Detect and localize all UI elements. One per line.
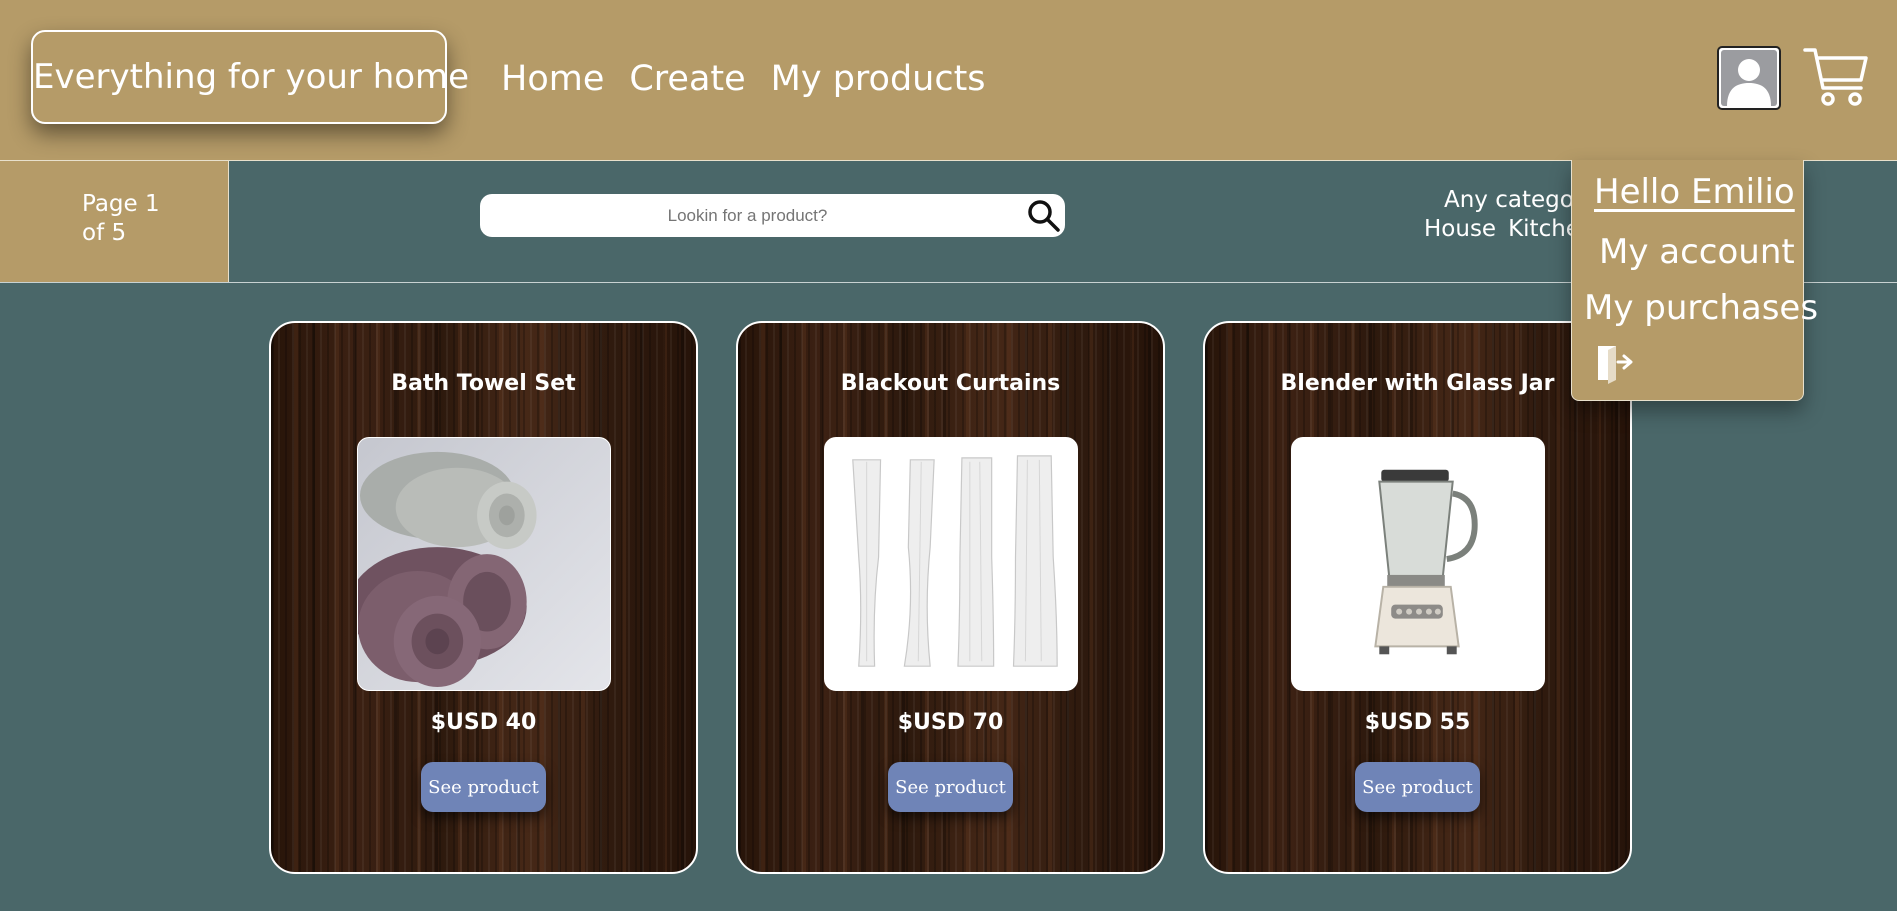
nav-home[interactable]: Home <box>501 52 604 106</box>
search-box <box>480 194 1065 237</box>
product-price: $USD 55 <box>1364 710 1471 735</box>
page-current: Page 1 <box>82 191 160 217</box>
shopping-cart-icon[interactable] <box>1803 44 1869 108</box>
product-name: Blackout Curtains <box>840 371 1061 396</box>
product-image-curtains <box>824 437 1078 691</box>
nav-create[interactable]: Create <box>629 52 745 106</box>
user-greeting[interactable]: Hello Emilio <box>1594 172 1795 212</box>
logout-door-icon[interactable] <box>1594 342 1636 384</box>
product-name: Bath Towel Set <box>391 371 576 396</box>
product-price: $USD 70 <box>897 710 1004 735</box>
product-price: $USD 40 <box>430 710 537 735</box>
user-dropdown-menu: Hello Emilio My account My purchases <box>1571 160 1818 401</box>
category-list: House Kitchen <box>1424 216 1595 242</box>
search-input[interactable] <box>480 194 1015 237</box>
main-nav: Home Create My products <box>501 52 986 106</box>
product-card: Bath Towel Set $USD 40 See product <box>269 321 698 874</box>
product-image-blender <box>1291 437 1545 691</box>
product-image-towels <box>357 437 611 691</box>
page-indicator: Page 1 of 5 <box>0 161 229 282</box>
see-product-button[interactable]: See product <box>1355 762 1480 812</box>
brand-title[interactable]: Everything for your home <box>31 30 469 124</box>
product-name: Blender with Glass Jar <box>1280 371 1555 396</box>
top-bar: Everything for your home Home Create My … <box>0 0 1897 161</box>
menu-my-purchases[interactable]: My purchases <box>1584 288 1818 328</box>
menu-my-account[interactable]: My account <box>1599 232 1795 272</box>
nav-my-products[interactable]: My products <box>771 52 986 106</box>
user-avatar-icon[interactable] <box>1717 46 1781 110</box>
page-total: of 5 <box>82 220 127 246</box>
search-icon[interactable] <box>1026 198 1062 234</box>
product-card: Blackout Curtains $USD 70 See product <box>736 321 1165 874</box>
see-product-button[interactable]: See product <box>421 762 546 812</box>
category-house[interactable]: House <box>1424 216 1496 242</box>
product-card: Blender with Glass Jar $USD 55 See produ… <box>1203 321 1632 874</box>
see-product-button[interactable]: See product <box>888 762 1013 812</box>
